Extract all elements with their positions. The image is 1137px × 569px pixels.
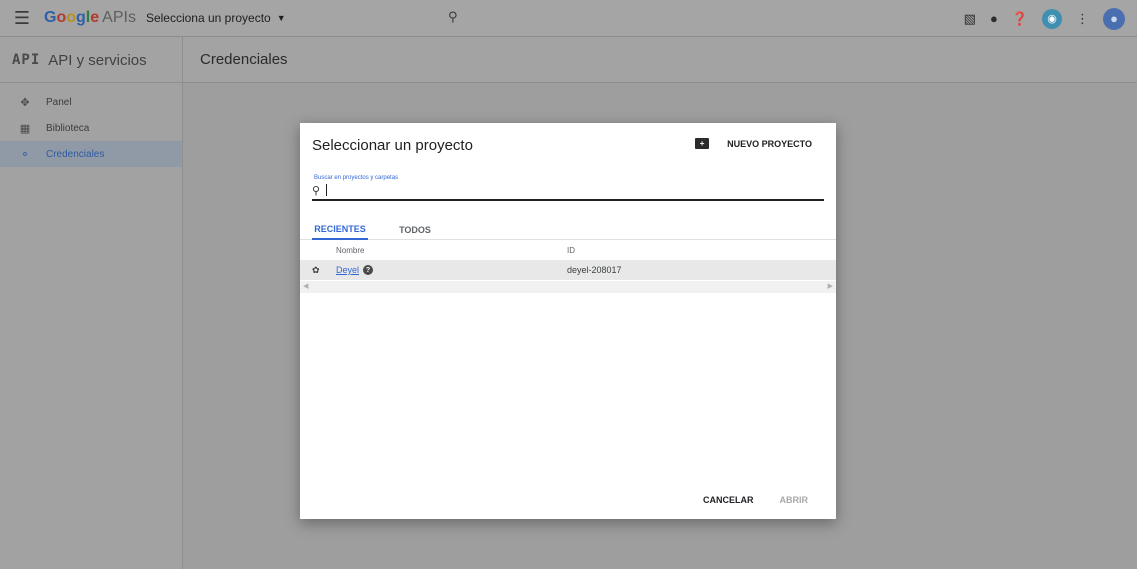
caret-down-icon: ▼ bbox=[276, 13, 286, 23]
tab-todos[interactable]: TODOS bbox=[398, 220, 432, 240]
new-project-label: NUEVO PROYECTO bbox=[727, 138, 812, 149]
horizontal-scrollbar[interactable]: ◀ ▶ bbox=[300, 281, 836, 293]
account-avatar-icon[interactable]: ● bbox=[1103, 7, 1125, 30]
cancel-button[interactable]: CANCELAR bbox=[703, 495, 754, 505]
scroll-right-icon[interactable]: ▶ bbox=[828, 282, 833, 290]
api-services-header[interactable]: API API y servicios bbox=[0, 37, 183, 83]
logo-letter-o2: o bbox=[66, 9, 77, 26]
sidebar-item-label: Credenciales bbox=[46, 148, 105, 160]
new-project-button[interactable]: + NUEVO PROYECTO bbox=[695, 138, 812, 149]
hamburger-menu-icon[interactable]: ☰ bbox=[0, 0, 44, 37]
new-folder-icon: + bbox=[695, 138, 710, 149]
sidebar-item-library[interactable]: ▦ Biblioteca bbox=[0, 115, 182, 141]
sidebar-item-panel[interactable]: ✥ Panel bbox=[0, 89, 182, 115]
logo-letter-o1: o bbox=[56, 9, 67, 26]
search-input[interactable] bbox=[326, 184, 824, 196]
search-icon[interactable]: ⚲ bbox=[448, 9, 458, 25]
more-vert-icon[interactable]: ⋮ bbox=[1076, 11, 1089, 27]
logo-letter-e: e bbox=[90, 9, 100, 26]
tab-recientes[interactable]: RECIENTES bbox=[312, 220, 368, 240]
sidebar-item-label: Panel bbox=[46, 96, 72, 108]
project-selector-label: Selecciona un proyecto bbox=[145, 11, 271, 25]
project-type-icon: ✿ bbox=[312, 264, 320, 275]
project-name-link[interactable]: Deyel bbox=[336, 265, 359, 275]
help-icon[interactable]: ❓ bbox=[1012, 11, 1028, 27]
key-icon: ⚬ bbox=[20, 148, 30, 161]
column-header-name[interactable]: Nombre bbox=[336, 242, 364, 259]
search-row: ⚲ bbox=[312, 181, 824, 201]
sidebar-item-credentials[interactable]: ⚬ Credenciales bbox=[0, 141, 182, 167]
library-icon: ▦ bbox=[19, 122, 31, 135]
column-header-id[interactable]: ID bbox=[567, 242, 575, 259]
open-button[interactable]: ABRIR bbox=[780, 495, 809, 505]
logo-letter-g: G bbox=[44, 9, 57, 26]
logo-letter-g2: g bbox=[76, 9, 86, 26]
top-right-icons: ▧ ● ❓ ◉ ⋮ ● bbox=[964, 0, 1125, 37]
project-tabs: RECIENTES TODOS bbox=[300, 220, 836, 240]
dialog-actions: CANCELAR ABRIR bbox=[703, 495, 808, 505]
select-project-dialog: Seleccionar un proyecto + NUEVO PROYECTO… bbox=[300, 123, 836, 519]
project-search: Buscar en proyectos y carpetas ⚲ bbox=[312, 175, 824, 201]
gift-icon[interactable]: ▧ bbox=[964, 11, 976, 27]
cloud-shell-icon[interactable]: ◉ bbox=[1042, 8, 1062, 29]
google-apis-logo[interactable]: Google APIs bbox=[44, 9, 136, 27]
api-logo-icon: API bbox=[12, 52, 41, 68]
top-app-bar: ☰ Google APIs Selecciona un proyecto ▼ ⚲… bbox=[0, 0, 1137, 37]
notifications-icon[interactable]: ● bbox=[990, 11, 998, 26]
sidebar-item-label: Biblioteca bbox=[46, 122, 90, 134]
search-icon: ⚲ bbox=[312, 184, 321, 197]
section-header: API API y servicios Credenciales bbox=[0, 37, 1137, 83]
project-id: deyel-208017 bbox=[567, 265, 622, 275]
help-icon[interactable]: ? bbox=[363, 265, 373, 275]
sidebar: ✥ Panel ▦ Biblioteca ⚬ Credenciales bbox=[0, 83, 183, 569]
section-title: API y servicios bbox=[48, 51, 147, 69]
project-selector[interactable]: Selecciona un proyecto ▼ bbox=[146, 11, 286, 25]
scroll-left-icon[interactable]: ◀ bbox=[303, 282, 308, 290]
dashboard-icon: ✥ bbox=[20, 96, 30, 109]
dialog-title: Seleccionar un proyecto bbox=[312, 137, 473, 154]
logo-apis-text: APIs bbox=[102, 9, 136, 26]
table-row[interactable]: ✿ Deyel ? deyel-208017 bbox=[300, 260, 836, 280]
page-title: Credenciales bbox=[200, 51, 288, 68]
